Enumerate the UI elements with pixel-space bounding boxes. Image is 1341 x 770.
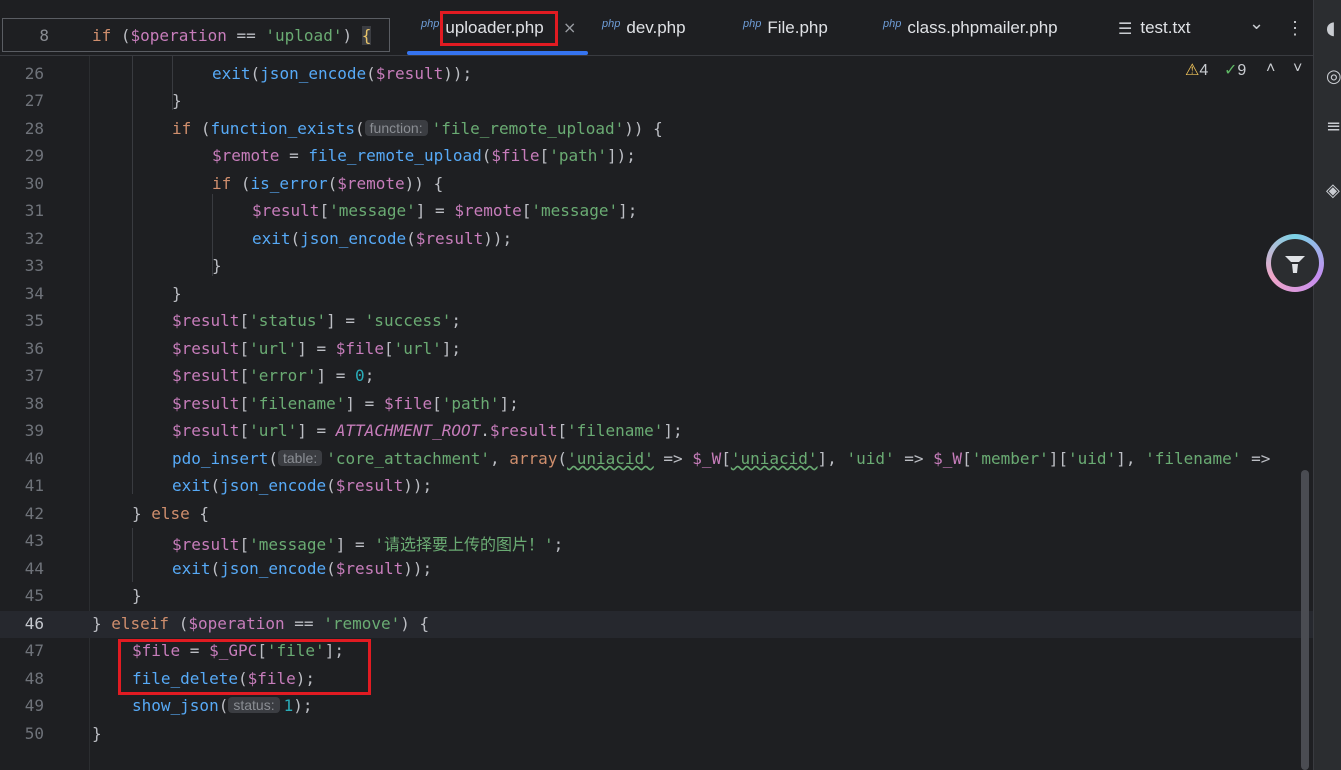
code-line[interactable]: 31 $result['message'] = $remote['message'…	[0, 198, 1313, 225]
sticky-code: if ($operation == 'upload') {	[92, 26, 372, 45]
php-file-icon: php	[883, 18, 902, 30]
sticky-scroll-header[interactable]: 8 if ($operation == 'upload') {	[2, 18, 390, 52]
notifications-icon[interactable]: ◖	[1326, 18, 1335, 39]
code-editor[interactable]: 26 exit(json_encode($result)); 27} 28 if (…	[0, 56, 1313, 770]
sticky-line-number: 8	[39, 26, 49, 45]
code-line[interactable]: 40 pdo_insert(table:'core_attachment', ar…	[0, 446, 1313, 473]
code-line[interactable]: 43 $result['message'] = '请选择要上传的图片！';	[0, 528, 1313, 555]
code-line[interactable]: 36 $result['url'] = $file['url'];	[0, 336, 1313, 363]
database-icon[interactable]: ≡	[1326, 116, 1341, 137]
code-line[interactable]: 33}	[0, 253, 1313, 280]
chevron-down-icon[interactable]: ⌄	[1249, 13, 1264, 42]
code-line[interactable]: 26 exit(json_encode($result));	[0, 61, 1313, 88]
ai-assistant-icon[interactable]: ◎	[1326, 66, 1341, 87]
tab-label: File.php	[767, 18, 828, 37]
code-line[interactable]: 50}	[0, 721, 1313, 748]
close-tab-icon[interactable]: ×	[563, 18, 576, 37]
highlight-box-tab	[440, 11, 558, 46]
code-line[interactable]: 44 exit(json_encode($result));	[0, 556, 1313, 583]
code-line[interactable]: 41 exit(json_encode($result));	[0, 473, 1313, 500]
code-line[interactable]: 35 $result['status'] = 'success';	[0, 308, 1313, 335]
php-file-icon: php	[743, 18, 762, 30]
shield-icon[interactable]: ◈	[1326, 180, 1340, 201]
code-line[interactable]: 28 if (function_exists(function:'file_rem…	[0, 116, 1313, 143]
tab-test-txt[interactable]: ☰ test.txt	[1118, 14, 1190, 42]
text-file-icon: ☰	[1118, 18, 1133, 38]
code-line[interactable]: 34}	[0, 281, 1313, 308]
assistant-logo-icon	[1285, 256, 1305, 273]
code-line[interactable]: 42} else {	[0, 501, 1313, 528]
code-line[interactable]: 29 $remote = file_remote_upload($file['pa…	[0, 143, 1313, 170]
code-line[interactable]: 27}	[0, 88, 1313, 115]
code-line-current[interactable]: 46} elseif ($operation == 'remove') {	[0, 611, 1313, 638]
code-line[interactable]: 49 show_json(status: 1);	[0, 693, 1313, 720]
more-options-icon[interactable]: ⋮	[1286, 14, 1304, 42]
parameter-hint: function:	[364, 120, 428, 136]
php-file-icon: php	[421, 18, 440, 30]
tab-dev-php[interactable]: php dev.php	[602, 14, 686, 42]
code-line[interactable]: 37 $result['error'] = 0;	[0, 363, 1313, 390]
vertical-scrollbar[interactable]	[1301, 470, 1309, 770]
parameter-hint: status:	[228, 697, 280, 713]
tab-label: test.txt	[1140, 18, 1191, 37]
highlight-box-code	[118, 639, 371, 695]
code-line[interactable]: 39 $result['url'] = ATTACHMENT_ROOT.$resu…	[0, 418, 1313, 445]
tab-class-phpmailer-php[interactable]: php class.phpmailer.php	[883, 14, 1058, 42]
tab-label: class.phpmailer.php	[907, 18, 1058, 37]
parameter-hint: table:	[277, 450, 323, 466]
active-tab-indicator	[407, 51, 588, 55]
code-line[interactable]: 45}	[0, 583, 1313, 610]
tab-file-php[interactable]: php File.php	[743, 14, 828, 42]
code-line[interactable]: 30 if (is_error($remote)) {	[0, 171, 1313, 198]
code-line[interactable]: 32 exit(json_encode($result));	[0, 226, 1313, 253]
php-file-icon: php	[602, 18, 621, 30]
code-line[interactable]: 38 $result['filename'] = $file['path'];	[0, 391, 1313, 418]
assistant-avatar[interactable]	[1266, 234, 1324, 292]
tab-label: dev.php	[626, 18, 686, 37]
